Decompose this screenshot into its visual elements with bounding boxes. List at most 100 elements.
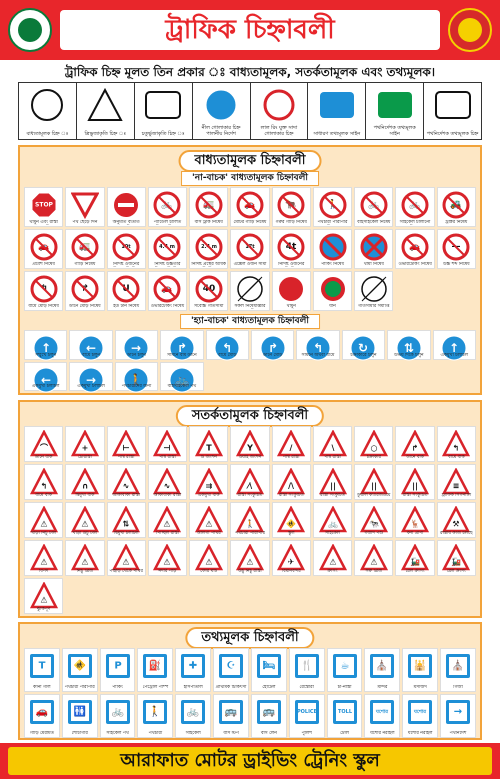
information-sign-icon: TOLL (332, 700, 357, 724)
warning-sign: ⚠ নদীর পাড় (147, 540, 188, 576)
basic-shape-label: লাল রিং যুক্ত সাদা গোলাকার চিহ্ন (260, 125, 298, 137)
sign-caption: পুলিশ (301, 731, 312, 736)
warning-sign-icon: ⁄\ (235, 468, 264, 495)
sign-caption: থামা নিষেধ (363, 262, 384, 267)
basic-shape-label: বাধ্যতামূলক চিহ্ন ঃ (26, 131, 69, 137)
prohibitory-sign: সকল নিষেধাজ্ঞার সমাপ্তি (230, 271, 270, 311)
information-sign-icon: ⛪ (446, 654, 471, 678)
svg-text:/\: /\ (288, 482, 294, 491)
svg-text:STOP: STOP (35, 202, 54, 209)
sign-caption: গির্জা (453, 685, 463, 690)
warning-sign-icon: ⊣ (153, 430, 182, 457)
warning-sign: ⚠ বিপদ (24, 540, 64, 576)
prohibitory-sign-icon: 🚗 (401, 233, 429, 261)
sign-caption: ওভারটেকিং নিষেধ (150, 304, 185, 309)
sign-caption: নির্দিষ্ট ওজনের গাড়ি নিষেধ (278, 262, 305, 267)
warning-sign-icon: ✈ (277, 544, 306, 571)
prohibitory-sign-icon: 🚲 (401, 191, 429, 219)
basic-shape-label: চতুর্ভুজাকৃতি চিহ্ন ঃ (141, 131, 185, 137)
prohibitory-sign-icon (361, 276, 387, 302)
sign-caption: চৌরাস্তা (77, 455, 92, 460)
prohibitory-subtitle: 'না-বাচক' বাধ্যতামূলক চিহ্নাবলী (181, 171, 319, 186)
warning-sign: 🚲 সাইকেল (312, 502, 353, 538)
warning-sign: T টি জংশন (189, 426, 229, 462)
svg-text:||: || (371, 482, 377, 491)
warning-section-title: সতর্কতামূলক চিহ্নাবলী (175, 405, 325, 427)
warning-sign-icon: ∩ (70, 468, 99, 495)
sign-caption: পথ ছেড়ে দিন (72, 220, 98, 225)
svg-text:⚠: ⚠ (81, 558, 88, 567)
prohibitory-sign: 17tএক্সেল ওজন সীমা (230, 229, 270, 269)
warning-sign: ⚠ আলগা পাথর (189, 502, 229, 538)
sign-caption: থামুন এবং রাস্তা ছেড়ে দিন (29, 220, 58, 225)
svg-text:🚲: 🚲 (111, 707, 123, 718)
sign-caption: দ্বিমুখী বাঁক (75, 493, 95, 498)
information-sign-icon: যশোর (408, 700, 433, 724)
basic-shape-7: পথনির্দেশক তথ্যমূলক চিহ্ন (424, 83, 481, 139)
sign-caption: বন্য প্রাণী (406, 531, 424, 536)
sign-caption: একমুখী চলাচল (77, 384, 105, 389)
sign-caption: বামে বাঁক (35, 493, 52, 498)
positive-sign: ⇅ উভয় দিকে চলুন (387, 330, 431, 361)
svg-text:🚶: 🚶 (245, 519, 255, 529)
svg-text:⚠: ⚠ (40, 520, 47, 529)
basic-shape-label: ত্রিভুজাকৃতি চিহ্ন ঃ (84, 131, 127, 137)
sign-caption: একমুখী বাঁক (197, 493, 220, 498)
sign-caption: আঁকাবাঁকা রাস্তা (112, 493, 141, 498)
sign-caption: প্যাডেল চালিত রিকশা নিষেধ (153, 220, 182, 225)
svg-text:Y: Y (246, 444, 253, 453)
warning-sign: / পার্শ্ব রাস্তা (271, 426, 311, 462)
prohibitory-sign: 40সর্বোচ্চ গতিসীমা (189, 271, 229, 311)
sign-caption: ঝুঁকিপূর্ণ (36, 607, 51, 612)
information-sign-icon: 🕌 (408, 654, 433, 678)
information-section: তথ্যমূলক চিহ্নাবলী T কানা গলি 🚸 পথচারী পারা… (18, 622, 482, 740)
sign-caption: পেট্রোল পাম্প (142, 685, 169, 690)
sign-caption: পথনির্দেশ (449, 731, 467, 736)
svg-text:যশোর: যশোর (375, 709, 388, 715)
warning-sign: ⚒ রাস্তায় কাজ চলছে (436, 502, 476, 538)
warning-sign-icon: ≡ (442, 468, 471, 495)
sign-caption: পথচারী (148, 731, 163, 736)
sign-caption: রাস্তায় কাজ চলছে (440, 531, 473, 536)
svg-text:🚻: 🚻 (74, 705, 86, 718)
positive-sign: 🚲 বাইসাইকেল পথ (160, 361, 204, 392)
positive-sign-icon: 🚶 (123, 367, 149, 392)
sign-caption: হাসপাতাল (183, 685, 203, 690)
warning-sign-icon: 🐄 (359, 506, 388, 533)
sign-caption: নির্দিষ্ট প্রস্থের অধিক গাড়ি নিষেধ (191, 262, 227, 267)
sign-caption: বাস ট্রাক নিষেধ (194, 220, 223, 225)
svg-text:+: + (82, 444, 89, 453)
sign-caption: নির্দিষ্ট ওজনের অধিক গাড়ি নিষেধ (113, 262, 140, 267)
sign-caption: বাস স্টপ (223, 731, 239, 736)
svg-text:⚠: ⚠ (205, 520, 212, 529)
prohibitory-sign: থামা নিষেধ (354, 229, 394, 269)
svg-text:∿: ∿ (164, 482, 171, 491)
warning-section: সতর্কতামূলক চিহ্নাবলী ⌒ ডানে বাঁক + চৌরাস্ত… (18, 400, 482, 618)
svg-text:🚌: 🚌 (225, 707, 238, 718)
sign-caption: পথচারী পারাপার (235, 531, 265, 536)
prohibitory-sign: ↰বামে মোড় নিষেধ (24, 271, 64, 311)
information-sign-icon: P (105, 654, 130, 678)
information-sign: 🚲 সাইকেল (175, 694, 212, 738)
sign-caption: সামনে বাম ডানে চলুন (167, 352, 197, 358)
prohibitory-sign: STOP থামুন এবং রাস্তা ছেড়ে দিন (24, 187, 64, 227)
warning-sign: ⚠ সরু ব্রিজ (354, 540, 394, 576)
information-sign: যশোর যশোর নরাইল (364, 694, 401, 738)
warning-sign: ○ চক্রাকার (354, 426, 394, 462)
svg-text:⇅: ⇅ (123, 520, 130, 529)
warning-sign: ⇉ একমুখী বাঁক (189, 464, 229, 500)
prohibitory-sign-icon: 🚗 (236, 191, 264, 219)
warning-sign-icon: ⚠ (194, 506, 223, 533)
basic-shape-3: নীল গোলাকার চিহ্ন পালনীয় নির্দেশ (193, 83, 251, 139)
warning-sign-icon: ⚠ (153, 544, 182, 571)
warning-sign: /\ রাস্তা সংকুচিত (271, 464, 311, 500)
information-sign-icon: ⛪ (370, 654, 395, 678)
prohibitory-sign: অনুমতি ব্যতীত প্রবেশ নিষেধ (106, 187, 146, 227)
prohibitory-sign-icon: 🚗 (30, 233, 58, 261)
svg-text:∿: ∿ (123, 482, 130, 491)
prohibitory-sign-icon: ↱ (71, 275, 99, 303)
svg-text:○: ○ (370, 444, 377, 453)
warning-sign: ⌒ ডানে বাঁক (24, 426, 64, 462)
svg-text:↱: ↱ (412, 444, 419, 453)
sign-caption: ডানে মোড় (263, 352, 283, 358)
